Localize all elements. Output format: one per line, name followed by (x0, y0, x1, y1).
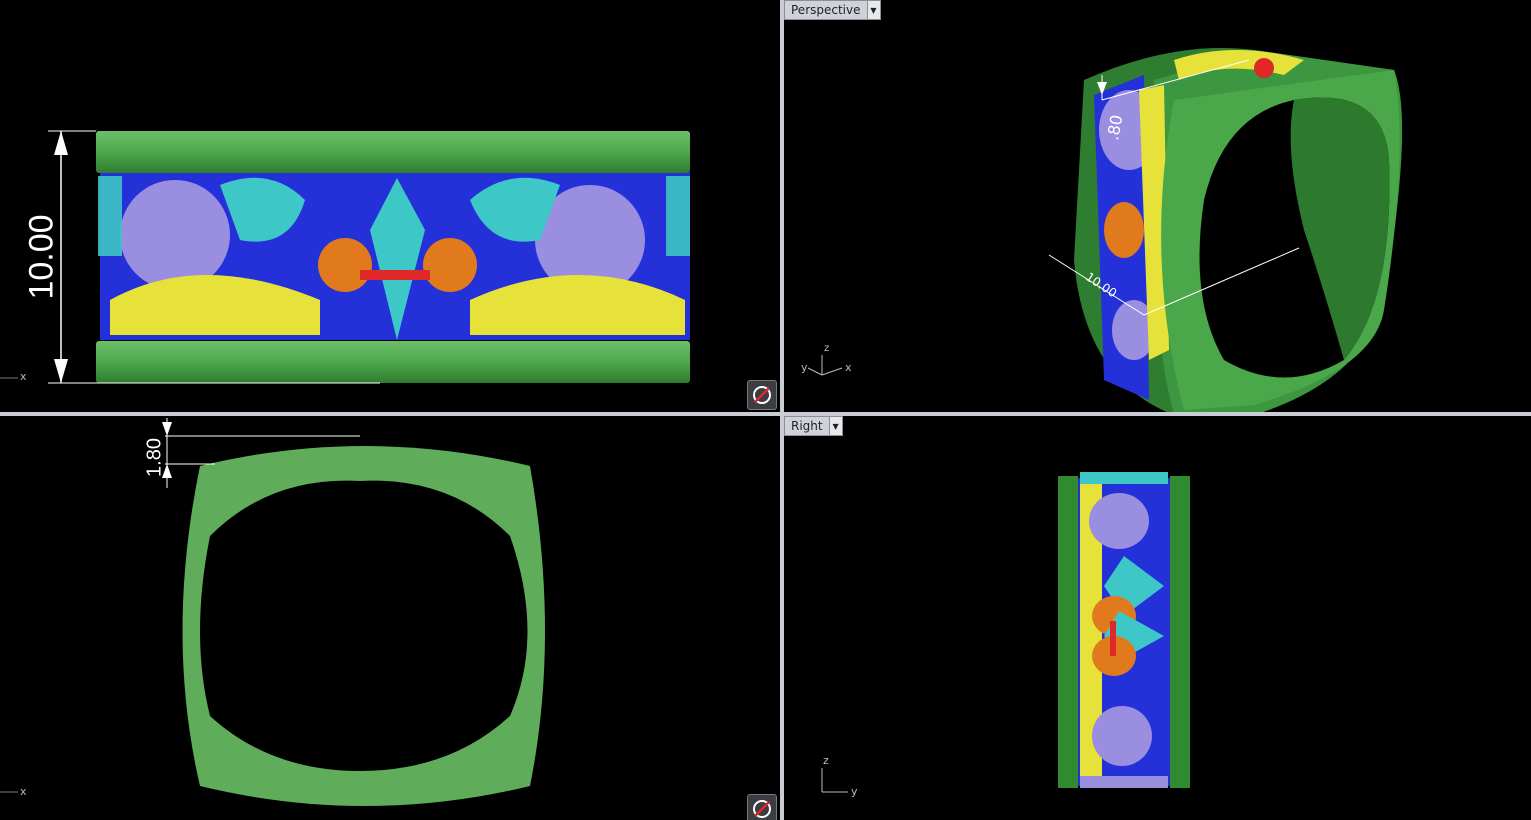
axis-x-label: x (845, 361, 852, 374)
viewport-top[interactable]: 1.80 x (0, 416, 780, 820)
viewport-name: Right (785, 417, 829, 435)
viewport-title-perspective[interactable]: Perspective ▼ (784, 0, 881, 20)
axis-x-label: x (20, 785, 27, 798)
axis-x-label: x (20, 370, 27, 383)
viewport-name: Perspective (785, 1, 867, 19)
viewport-perspective[interactable]: Perspective ▼ .80 10.00 z x y (784, 0, 1531, 412)
top-dimension-label: 1.80 (143, 438, 166, 477)
viewport-right[interactable]: Right ▼ z y (784, 416, 1531, 820)
front-ring-render (0, 130, 690, 384)
viewport-title-right[interactable]: Right ▼ (784, 416, 843, 436)
axis-z-label: z (823, 754, 829, 767)
chevron-down-icon[interactable]: ▼ (828, 417, 842, 435)
rotate-view-button[interactable] (747, 380, 777, 410)
perspective-ring-render (807, 48, 1402, 412)
front-dimension-label: 10.00 (22, 214, 61, 300)
rotate-view-icon (753, 386, 771, 404)
chevron-down-icon[interactable]: ▼ (866, 1, 880, 19)
top-ring-render (0, 418, 545, 806)
axis-z-label: z (824, 343, 830, 354)
viewport-front[interactable]: 10.00 x (0, 0, 780, 412)
rotate-view-icon (753, 800, 771, 818)
axis-y-label: y (801, 361, 808, 374)
axis-y-label: y (851, 785, 858, 798)
rotate-view-button[interactable] (747, 794, 777, 820)
right-ring-render (821, 472, 1190, 793)
